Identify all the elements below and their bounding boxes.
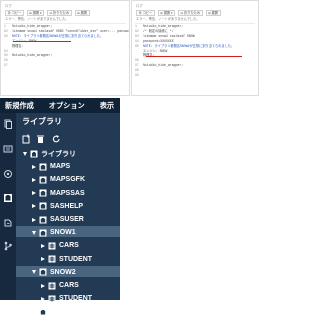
- log-content: 1 %studio_hide_wrapper; 82 libname snow1 sa…: [4, 23, 129, 68]
- server-files-icon[interactable]: [3, 119, 13, 129]
- tree-item-snow2[interactable]: SNOW2: [32, 267, 76, 278]
- tree-item-ライブラリ[interactable]: ライブラリ: [23, 148, 76, 159]
- navigation-sidebar: [0, 113, 16, 300]
- tree-item-label: WORK: [50, 308, 73, 316]
- log-line: 99: [135, 73, 255, 78]
- chevron-down-icon[interactable]: [23, 151, 27, 156]
- tasks-icon[interactable]: [3, 144, 13, 154]
- chevron-down-icon[interactable]: [32, 230, 36, 235]
- library-title: ライブラリ: [22, 117, 62, 126]
- tree-item-label: SNOW2: [50, 268, 76, 276]
- log-panel-title: ログ: [136, 4, 143, 8]
- menu-options[interactable]: オプション: [44, 101, 85, 111]
- library-toolbar: [22, 134, 118, 144]
- log-summary-note: エラー、警告、ノートがありませんでした。: [136, 17, 200, 21]
- chevron-down-icon[interactable]: [32, 270, 36, 275]
- chevron-right-icon[interactable]: [41, 283, 45, 288]
- tree-item-snow1[interactable]: SNOW1: [32, 227, 76, 238]
- log-line: 97: [4, 63, 126, 68]
- tree-item-label: SASHELP: [50, 202, 84, 210]
- log-panel-right: ログ ⊕ コピー ⊞ 展開 ▾ ⊟ 折りたたみ ⊞ 展開 エラー、警告、ノートが…: [131, 0, 259, 96]
- table-icon: [48, 282, 56, 289]
- delete-icon[interactable]: [36, 134, 45, 144]
- new-library-icon[interactable]: [22, 134, 31, 144]
- log-text: 物理名:: [12, 43, 24, 48]
- expand-button[interactable]: ⊞ 展開: [74, 9, 90, 16]
- tree-item-label: STUDENT: [59, 295, 93, 303]
- log-summary-note: エラー、警告、ノートがありませんでした。: [5, 17, 69, 21]
- expand-dropdown-button[interactable]: ⊞ 展開 ▾: [26, 9, 45, 16]
- menu-view[interactable]: 表示: [95, 101, 114, 111]
- library-icon: [39, 189, 47, 197]
- log-text: %studio_hide_wrapper;: [143, 63, 184, 68]
- highlight-underline: [13, 41, 71, 42]
- tree-item-sashelp[interactable]: SASHELP: [32, 201, 83, 212]
- tree-item-label: STUDENT: [59, 255, 93, 263]
- log-toolbar: ⊕ コピー ⊞ 展開 ▾ ⊟ 折りたたみ ⊞ 展開: [132, 9, 258, 16]
- snippets-icon[interactable]: [3, 169, 13, 179]
- library-icon: [39, 268, 47, 276]
- library-icon: [39, 202, 47, 210]
- collapse-button[interactable]: ⊟ 折りたたみ: [47, 9, 72, 16]
- tree-item-student[interactable]: STUDENT: [41, 254, 92, 265]
- git-icon[interactable]: [3, 241, 13, 251]
- library-icon: [39, 176, 47, 184]
- library-icon: [39, 216, 47, 223]
- log-text: %studio_hide_wrapper;: [12, 53, 53, 58]
- library-icon: [39, 163, 47, 171]
- chevron-right-icon[interactable]: [32, 191, 36, 196]
- tree-item-label: MAPSSAS: [50, 189, 85, 197]
- line-number: 97: [4, 63, 8, 68]
- tree-item-cars[interactable]: CARS: [41, 240, 79, 251]
- tree-item-label: MAPS: [50, 163, 71, 171]
- library-panel: ライブラリ ライブラリ MAPS MAPSGFK MAPSSAS SASHELP SASU…: [16, 113, 120, 316]
- tree-item-label: ライブラリ: [41, 150, 76, 158]
- expand-dropdown-button[interactable]: ⊞ 展開 ▾: [157, 9, 176, 16]
- line-number: 99: [135, 73, 139, 78]
- tree-item-cars[interactable]: CARS: [41, 280, 79, 291]
- tree-item-work[interactable]: WORK: [32, 306, 72, 317]
- table-icon: [48, 255, 56, 263]
- libraries-root-icon: [30, 150, 38, 157]
- log-toolbar: ⊕ コピー ⊞ 展開 ▾ ⊟ 折りたたみ ⊞ 展開: [1, 9, 129, 16]
- chevron-right-icon[interactable]: [41, 243, 45, 248]
- chevron-right-icon[interactable]: [32, 309, 36, 314]
- copy-button[interactable]: ⊕ コピー: [136, 9, 155, 16]
- chevron-right-icon[interactable]: [41, 296, 45, 301]
- highlight-underline: [146, 56, 242, 57]
- tree-item-mapssas[interactable]: MAPSSAS: [32, 188, 85, 199]
- menu-bar: 新規作成 オプション 表示: [0, 98, 120, 113]
- table-icon: [48, 242, 56, 250]
- tree-item-label: SNOW1: [50, 229, 76, 237]
- library-icon: [39, 308, 47, 316]
- chevron-right-icon[interactable]: [32, 217, 36, 222]
- file-shortcuts-icon[interactable]: [3, 218, 13, 228]
- log-panel-title: ログ: [5, 4, 12, 8]
- log-content: 1 %studio_hide_wrapper; 82/* 既定の接続に */83 li…: [135, 23, 255, 78]
- tree-item-label: MAPSGFK: [50, 176, 85, 184]
- expand-button[interactable]: ⊞ 展開: [205, 9, 221, 16]
- tree-item-label: CARS: [59, 282, 79, 289]
- chevron-right-icon[interactable]: [32, 177, 36, 182]
- menu-new[interactable]: 新規作成: [0, 101, 34, 111]
- chevron-right-icon[interactable]: [41, 257, 45, 262]
- tree-item-label: SASUSER: [50, 216, 84, 223]
- libraries-icon[interactable]: [3, 193, 13, 203]
- chevron-right-icon[interactable]: [32, 164, 36, 169]
- tree-item-sasuser[interactable]: SASUSER: [32, 214, 84, 225]
- collapse-button[interactable]: ⊟ 折りたたみ: [178, 9, 203, 16]
- log-panel-left: ログ ⊕ コピー ⊞ 展開 ▾ ⊟ 折りたたみ ⊞ 展開 エラー、警告、ノートが…: [0, 0, 130, 96]
- copy-button[interactable]: ⊕ コピー: [5, 9, 24, 16]
- refresh-icon[interactable]: [52, 134, 61, 144]
- table-icon: [48, 295, 56, 303]
- tree-item-mapsgfk[interactable]: MAPSGFK: [32, 174, 85, 185]
- tree-item-label: CARS: [59, 242, 79, 250]
- tree-item-student[interactable]: STUDENT: [41, 293, 92, 304]
- chevron-right-icon[interactable]: [32, 204, 36, 209]
- tree-item-maps[interactable]: MAPS: [32, 161, 70, 172]
- library-icon: [39, 229, 47, 237]
- sas-studio-pane: 新規作成 オプション 表示 ライブラリ ライブラリ MAPS MAPSGFK M…: [0, 98, 120, 316]
